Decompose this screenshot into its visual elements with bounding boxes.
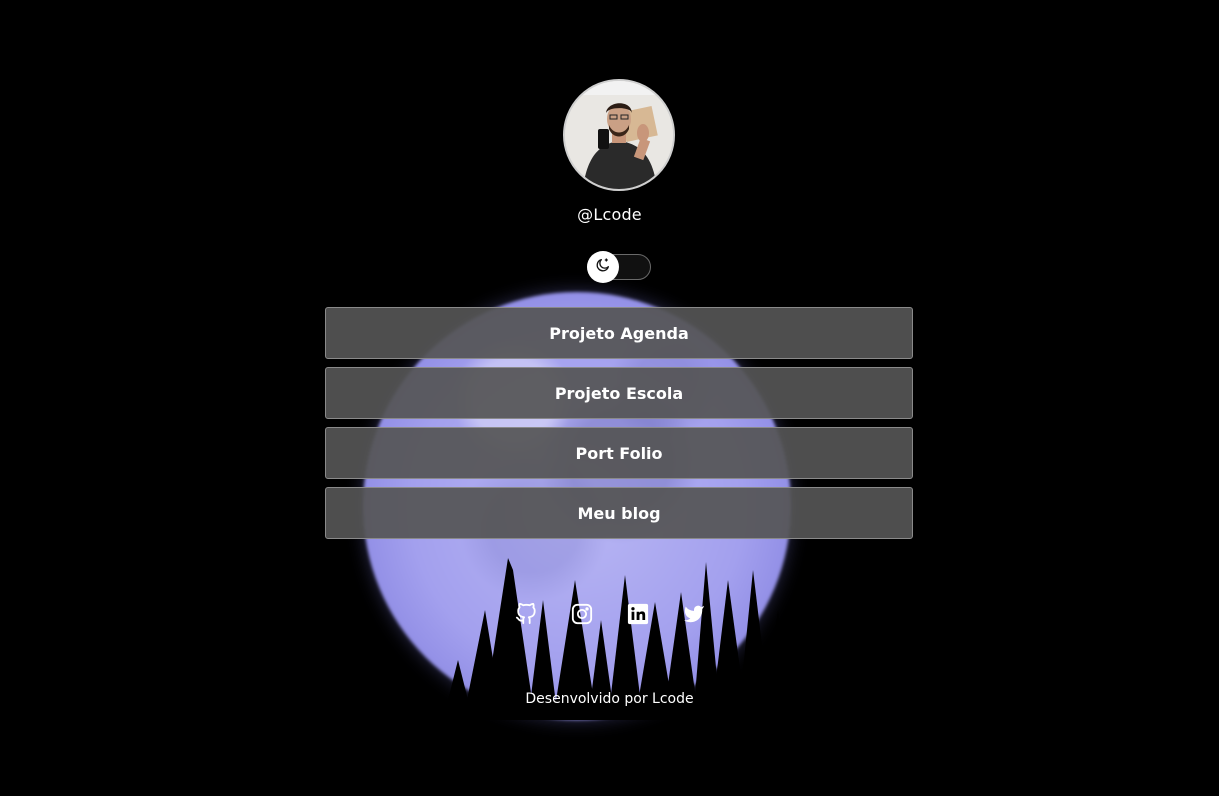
toggle-knob[interactable] <box>587 251 619 283</box>
link-port-folio[interactable]: Port Folio <box>325 427 913 479</box>
social-links <box>0 602 1219 626</box>
page: @Lcode Projeto Agenda Projeto Escola Por… <box>0 0 1219 796</box>
footer-credit: Desenvolvido por Lcode <box>525 691 694 707</box>
instagram-icon[interactable] <box>570 602 594 626</box>
profile-avatar <box>563 79 675 191</box>
link-projeto-escola[interactable]: Projeto Escola <box>325 367 913 419</box>
link-meu-blog[interactable]: Meu blog <box>325 487 913 539</box>
links-list: Projeto Agenda Projeto Escola Port Folio… <box>325 307 913 547</box>
github-icon[interactable] <box>514 602 538 626</box>
linkedin-icon[interactable] <box>626 602 650 626</box>
link-projeto-agenda[interactable]: Projeto Agenda <box>325 307 913 359</box>
theme-toggle[interactable] <box>587 251 651 283</box>
moon-icon <box>595 257 611 277</box>
profile-handle: @Lcode <box>577 205 642 224</box>
twitter-icon[interactable] <box>682 602 706 626</box>
